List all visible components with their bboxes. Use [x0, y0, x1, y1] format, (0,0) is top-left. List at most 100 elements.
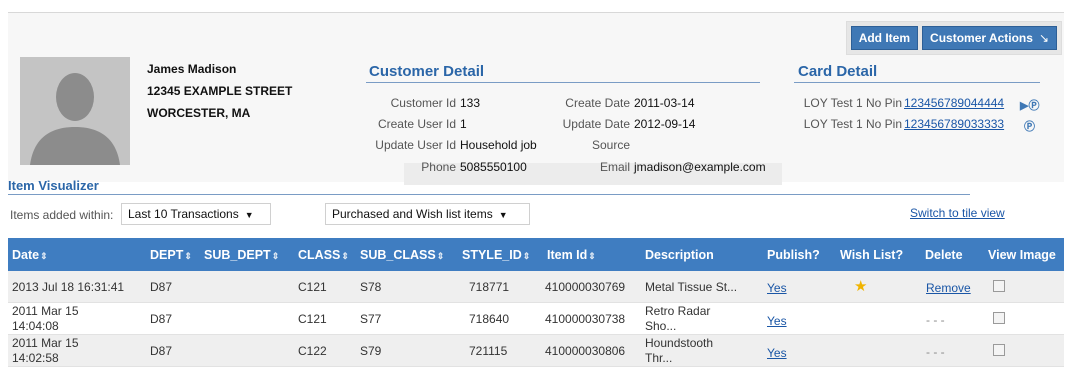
- checkbox-icon: [993, 312, 1005, 324]
- item-visualizer-title: Item Visualizer: [8, 178, 99, 193]
- cell-description: Houndstooth Thr...: [645, 336, 714, 365]
- source-label: Source: [591, 138, 630, 152]
- card-points-icon[interactable]: Ⓟ: [1024, 118, 1035, 134]
- view-image-checkbox[interactable]: [993, 344, 1005, 359]
- customer-city: WORCESTER, MA: [147, 106, 251, 120]
- card-detail-title: Card Detail: [798, 63, 878, 80]
- col-date[interactable]: Date⇕: [12, 248, 48, 262]
- filter-label: Items added within:: [10, 208, 114, 222]
- update-user-id-value: Household job: [460, 138, 537, 152]
- item-type-value: Purchased and Wish list items: [332, 207, 493, 221]
- create-user-id-label: Create User Id: [377, 117, 456, 131]
- table-row: 2011 Mar 15 14:04:08 D87 C121 S77 718640…: [8, 303, 1064, 335]
- publish-yes-link[interactable]: Yes: [767, 281, 787, 295]
- item-table: Date⇕ DEPT⇕ SUB_DEPT⇕ CLASS⇕ SUB_CLASS⇕ …: [8, 238, 1064, 367]
- card-detail-divider: [794, 82, 1040, 83]
- card-1-label: LOY Test 1 No Pin: [803, 96, 902, 110]
- switch-to-tile-view-link[interactable]: Switch to tile view: [910, 206, 1005, 220]
- col-class-label: CLASS: [298, 248, 341, 262]
- person-silhouette-icon: [20, 57, 130, 165]
- card-2-number-link[interactable]: 123456789033333: [904, 117, 1004, 131]
- arrow-down-right-icon: ↘: [1038, 31, 1049, 45]
- create-user-id-value: 1: [460, 117, 467, 131]
- item-visualizer-divider: [8, 194, 970, 195]
- cell-style-id: 721115: [469, 344, 508, 358]
- col-sub-dept-label: SUB_DEPT: [204, 248, 271, 262]
- email-value: jmadison@example.com: [634, 160, 766, 174]
- sort-icon: ⇕: [184, 251, 192, 261]
- phone-value: 5085550100: [460, 160, 527, 174]
- publish-yes-link[interactable]: Yes: [767, 346, 787, 360]
- view-image-checkbox[interactable]: [993, 280, 1005, 295]
- cell-item-id: 410000030738: [545, 312, 626, 326]
- col-date-label: Date: [12, 248, 40, 262]
- delete-placeholder: - - -: [926, 345, 945, 359]
- table-row: 2013 Jul 18 16:31:41 D87 C121 S78 718771…: [8, 271, 1064, 303]
- wish-list-star-icon[interactable]: ★: [854, 277, 867, 295]
- cell-style-id: 718771: [469, 280, 510, 294]
- col-description: Description: [645, 248, 714, 262]
- caret-down-icon: ▼: [244, 210, 254, 220]
- caret-down-icon: ▼: [498, 210, 508, 220]
- sort-icon: ⇕: [588, 251, 596, 261]
- view-image-checkbox[interactable]: [993, 312, 1005, 327]
- col-dept[interactable]: DEPT⇕: [150, 248, 192, 262]
- col-style-id[interactable]: STYLE_ID⇕: [462, 248, 530, 262]
- cell-dept: D87: [150, 280, 173, 294]
- col-sub-dept[interactable]: SUB_DEPT⇕: [204, 248, 279, 262]
- create-date-label: Create Date: [565, 96, 630, 110]
- customer-actions-label: Customer Actions: [930, 31, 1033, 45]
- col-sub-class[interactable]: SUB_CLASS⇕: [360, 248, 444, 262]
- customer-detail-divider: [366, 82, 760, 83]
- col-item-id-label: Item Id: [547, 248, 588, 262]
- cell-date: 2011 Mar 15 14:04:08: [12, 304, 79, 333]
- customer-id-label: Customer Id: [390, 96, 456, 110]
- card-1-number-link[interactable]: 123456789044444: [904, 96, 1004, 110]
- sort-icon: ⇕: [341, 251, 349, 261]
- card-play-points-icon[interactable]: ▶Ⓟ: [1020, 97, 1039, 113]
- update-date-label: Update Date: [562, 117, 630, 131]
- customer-street: 12345 EXAMPLE STREET: [147, 84, 293, 98]
- item-type-select[interactable]: Purchased and Wish list items ▼: [325, 203, 530, 225]
- update-user-id-label: Update User Id: [375, 138, 456, 152]
- email-label: Email: [599, 160, 630, 174]
- publish-yes-link[interactable]: Yes: [767, 314, 787, 328]
- cell-dept: D87: [150, 344, 173, 358]
- customer-panel: Add Item Customer Actions ↘ James Madison…: [8, 12, 1064, 185]
- col-delete: Delete: [925, 248, 963, 262]
- col-style-id-label: STYLE_ID: [462, 248, 522, 262]
- remove-link[interactable]: Remove: [926, 281, 971, 295]
- customer-name: James Madison: [147, 62, 237, 76]
- add-item-label: Add Item: [858, 31, 911, 45]
- transaction-range-select[interactable]: Last 10 Transactions ▼: [121, 203, 271, 225]
- sort-icon: ⇕: [522, 251, 531, 261]
- cell-sub-class: S79: [360, 344, 382, 358]
- customer-detail-title: Customer Detail: [369, 63, 485, 80]
- col-class[interactable]: CLASS⇕: [298, 248, 349, 262]
- card-2-label: LOY Test 1 No Pin: [803, 117, 902, 131]
- cell-class: C122: [298, 344, 327, 358]
- cell-description: Metal Tissue St...: [645, 280, 738, 294]
- sort-icon: ⇕: [271, 251, 280, 261]
- cell-class: C121: [298, 312, 327, 326]
- checkbox-icon: [993, 280, 1005, 292]
- cell-sub-class: S78: [360, 280, 382, 294]
- col-wish-list: Wish List?: [840, 248, 904, 262]
- transaction-range-value: Last 10 Transactions: [128, 207, 239, 221]
- col-item-id[interactable]: Item Id⇕: [547, 248, 596, 262]
- cell-class: C121: [298, 280, 327, 294]
- cell-dept: D87: [150, 312, 173, 326]
- cell-description: Retro Radar Sho...: [645, 304, 711, 333]
- cell-style-id: 718640: [469, 312, 510, 326]
- col-view-image: View Image: [988, 248, 1056, 262]
- customer-actions-button[interactable]: Customer Actions ↘: [922, 26, 1057, 50]
- col-sub-class-label: SUB_CLASS: [360, 248, 436, 262]
- add-item-button[interactable]: Add Item: [850, 26, 919, 50]
- table-row: 2011 Mar 15 14:02:58 D87 C122 S79 721115…: [8, 335, 1064, 367]
- customer-id-value: 133: [460, 96, 481, 110]
- update-date-value: 2012-09-14: [634, 117, 696, 131]
- delete-placeholder: - - -: [926, 313, 945, 327]
- phone-label: Phone: [421, 160, 456, 174]
- cell-date: 2013 Jul 18 16:31:41: [12, 280, 125, 294]
- checkbox-icon: [993, 344, 1005, 356]
